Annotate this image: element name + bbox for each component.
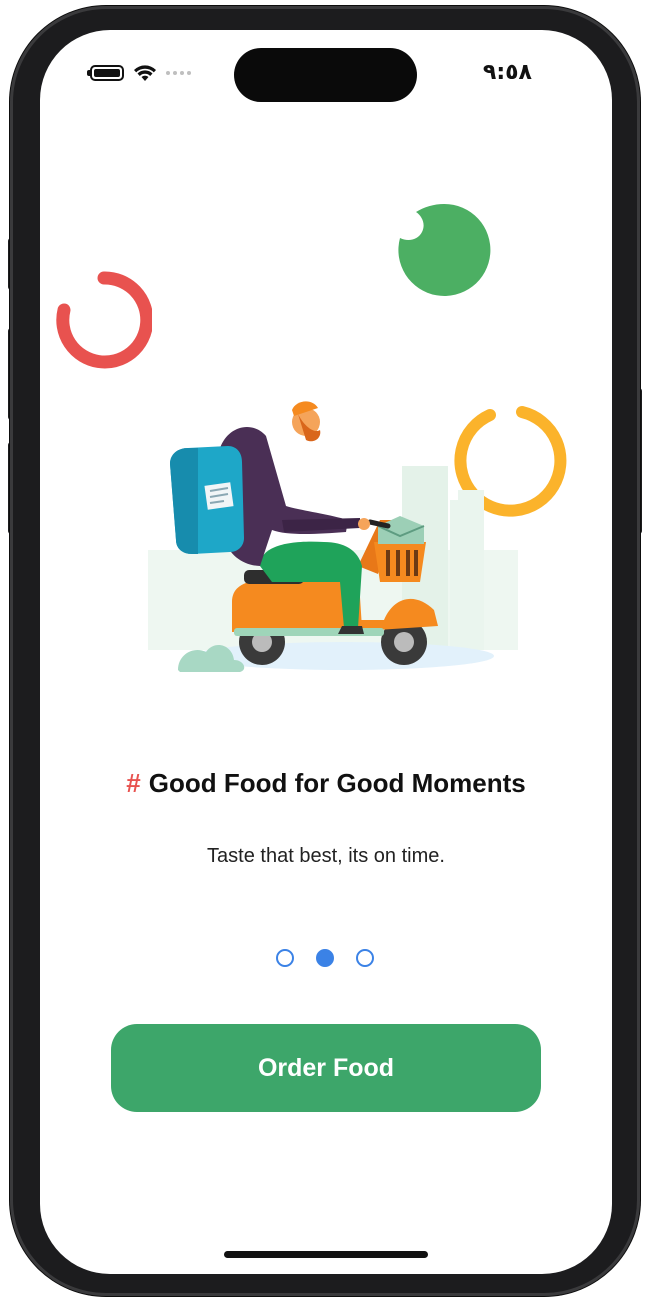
wifi-icon bbox=[134, 65, 156, 81]
order-food-button[interactable]: Order Food bbox=[111, 1024, 541, 1112]
title-text: Good Food for Good Moments bbox=[148, 768, 526, 798]
page-dot-3[interactable] bbox=[356, 949, 374, 967]
page-dot-1[interactable] bbox=[276, 949, 294, 967]
dynamic-island bbox=[234, 48, 417, 102]
home-indicator[interactable] bbox=[224, 1251, 428, 1258]
page-dot-2[interactable] bbox=[316, 949, 334, 967]
page-title: # Good Food for Good Moments bbox=[40, 768, 612, 799]
page-indicator[interactable] bbox=[276, 949, 374, 967]
delivery-scooter-illustration bbox=[148, 401, 518, 672]
green-blob-decoration bbox=[398, 203, 491, 296]
title-hash: # bbox=[126, 768, 141, 798]
red-ring-decoration bbox=[56, 271, 152, 369]
status-bar-left bbox=[87, 64, 191, 82]
screen: ٩:٥٨ # Good Food for Good Moments Taste … bbox=[0, 0, 654, 1308]
signal-icon bbox=[166, 71, 191, 75]
app-screen: ٩:٥٨ # Good Food for Good Moments Taste … bbox=[40, 30, 612, 1274]
battery-icon bbox=[87, 65, 124, 81]
page-subtitle: Taste that best, its on time. bbox=[207, 845, 445, 867]
status-time: ٩:٥٨ bbox=[482, 60, 532, 85]
